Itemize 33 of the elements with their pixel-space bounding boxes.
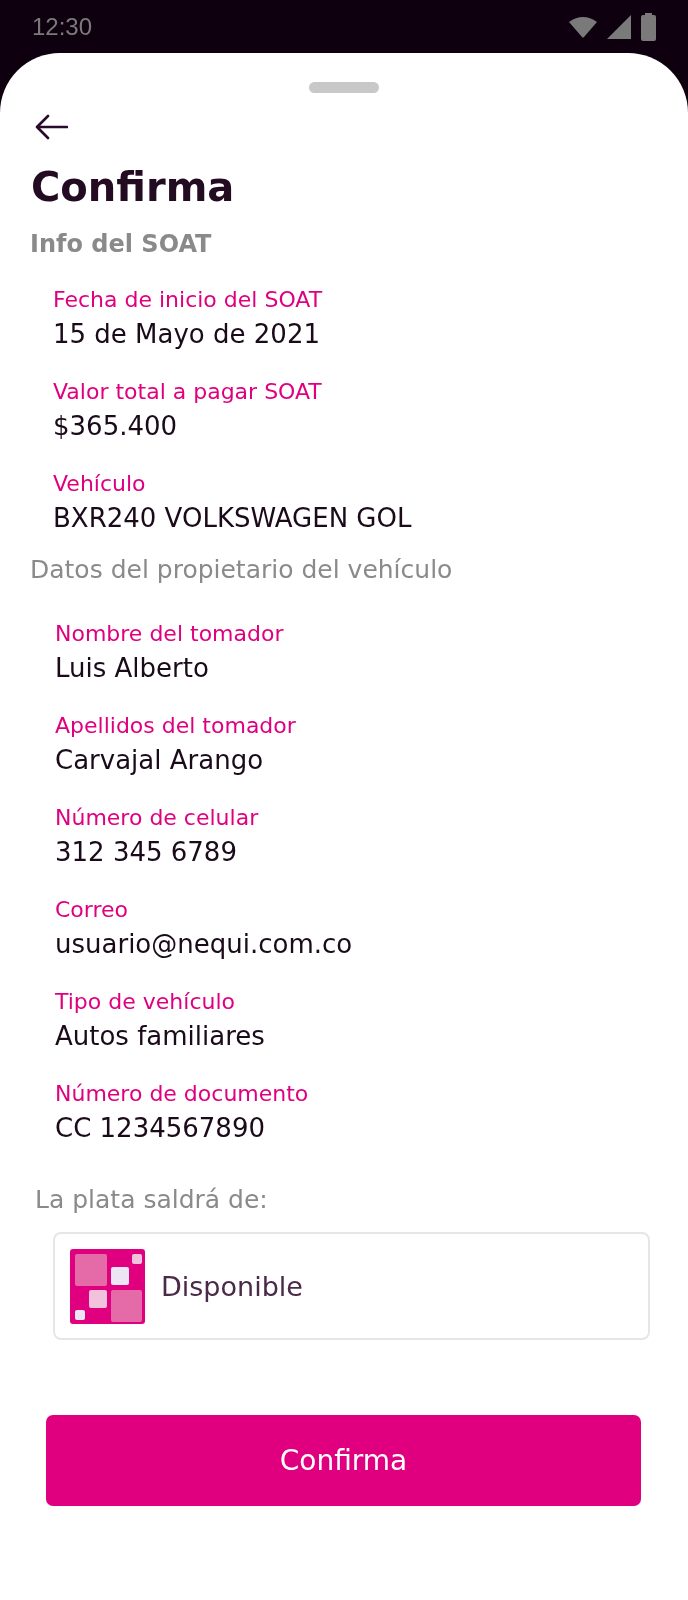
field-value: Carvajal Arango bbox=[55, 744, 265, 777]
section-heading: Datos del propietario del vehículo bbox=[30, 554, 454, 586]
signal-icon bbox=[607, 14, 631, 39]
field-value: Luis Alberto bbox=[55, 652, 210, 685]
drag-handle[interactable] bbox=[309, 82, 379, 93]
battery-icon bbox=[641, 12, 656, 41]
field-label: Tipo de vehículo bbox=[55, 988, 236, 1016]
account-card[interactable]: Disponible bbox=[53, 1232, 650, 1340]
field-value: CC 1234567890 bbox=[55, 1112, 266, 1145]
section-heading: Info del SOAT bbox=[30, 229, 213, 260]
status-time: 12:30 bbox=[32, 12, 93, 41]
field-value: Autos familiares bbox=[55, 1020, 266, 1053]
account-name: Disponible bbox=[161, 1270, 303, 1302]
field-label: Fecha de inicio del SOAT bbox=[53, 286, 324, 314]
field-label: Valor total a pagar SOAT bbox=[53, 378, 323, 406]
back-arrow-icon bbox=[34, 114, 68, 140]
field-label: Número de celular bbox=[55, 804, 260, 832]
field-value: 15 de Mayo de 2021 bbox=[53, 318, 321, 351]
field-label: Número de documento bbox=[55, 1080, 310, 1108]
field-value: BXR240 VOLKSWAGEN GOL bbox=[53, 502, 413, 535]
field-label: Correo bbox=[55, 896, 130, 924]
page-title: Confirma bbox=[31, 163, 236, 212]
wifi-icon bbox=[569, 15, 597, 38]
account-icon bbox=[70, 1248, 145, 1324]
field-value: usuario@nequi.com.co bbox=[55, 928, 354, 961]
confirm-button[interactable]: Confirma bbox=[46, 1415, 641, 1506]
field-value: $365.400 bbox=[53, 410, 179, 443]
field-label: Nombre del tomador bbox=[55, 620, 285, 648]
back-button[interactable] bbox=[34, 114, 68, 140]
field-label: Apellidos del tomador bbox=[55, 712, 297, 740]
field-value: 312 345 6789 bbox=[55, 836, 238, 869]
section-heading: La plata saldrá de: bbox=[35, 1184, 269, 1216]
field-label: Vehículo bbox=[53, 470, 147, 498]
